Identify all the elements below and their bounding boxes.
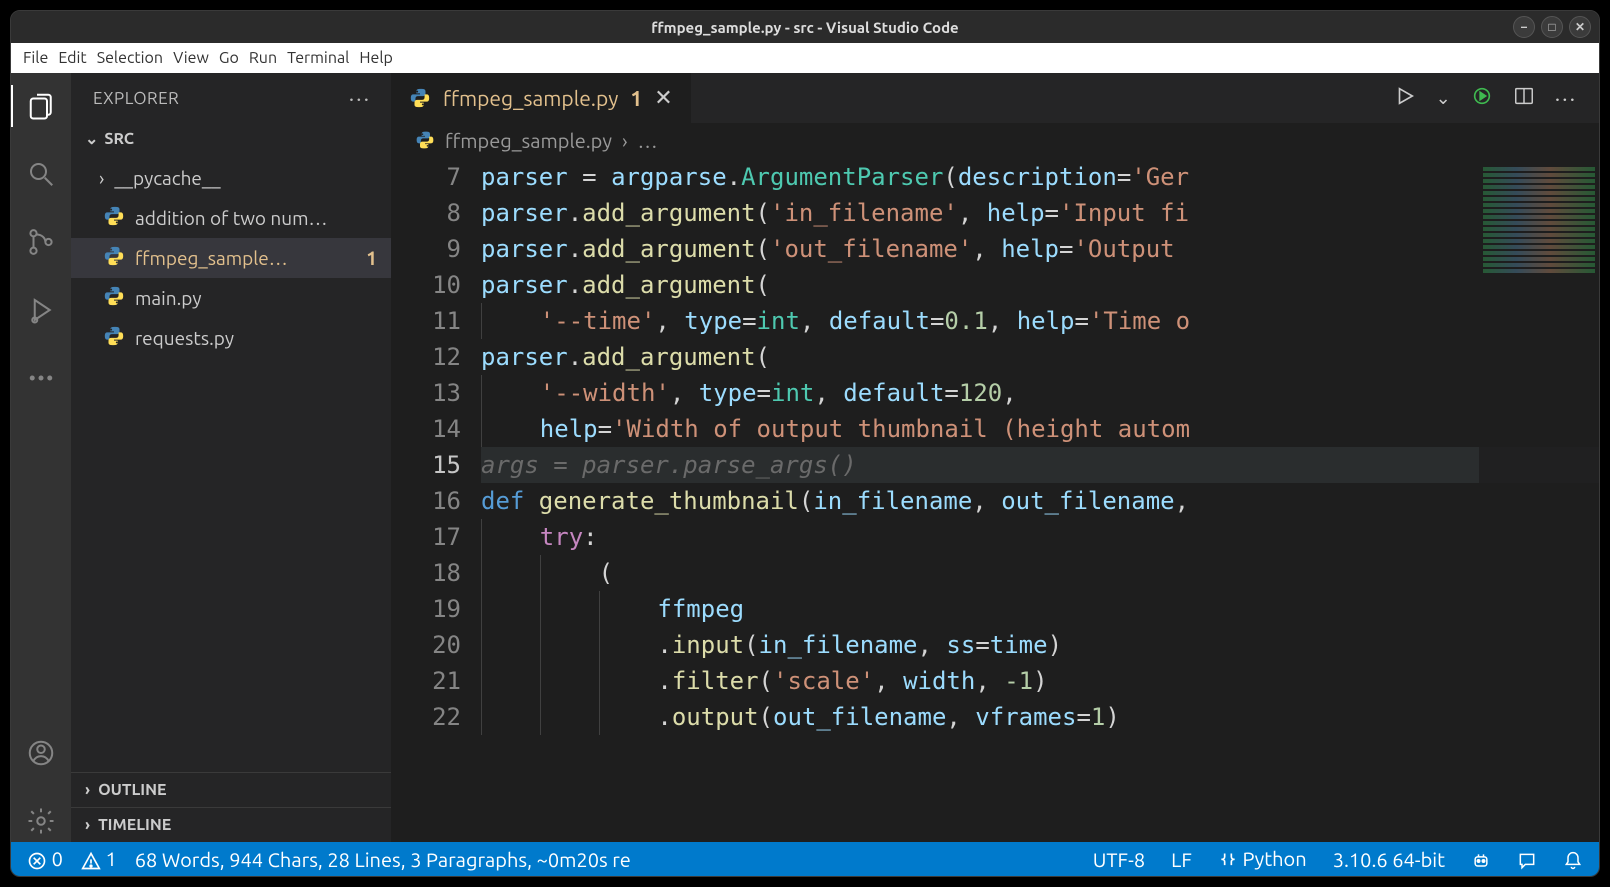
window-title: ffmpeg_sample.py - src - Visual Studio C… bbox=[651, 19, 958, 36]
tree-file[interactable]: requests.py bbox=[71, 318, 391, 358]
workbench: EXPLORER ··· ⌄ SRC › __pycache__ addition … bbox=[11, 73, 1599, 842]
tree-item-label: requests.py bbox=[135, 327, 391, 349]
source-control-activity-icon[interactable] bbox=[11, 221, 71, 263]
run-file-icon[interactable] bbox=[1394, 85, 1416, 111]
copilot-icon[interactable] bbox=[1471, 847, 1491, 871]
tab-bar: ffmpeg_sample.py 1 ✕ ⌄ ··· bbox=[391, 73, 1599, 123]
warnings-count: 1 bbox=[105, 847, 116, 870]
modified-badge: 1 bbox=[366, 247, 391, 269]
outline-section[interactable]: › OUTLINE bbox=[71, 772, 391, 807]
python-file-icon bbox=[103, 245, 125, 271]
menu-file[interactable]: File bbox=[23, 49, 48, 67]
status-language[interactable]: Python bbox=[1218, 847, 1307, 871]
line-numbers: 78910111213141516171819202122 bbox=[391, 157, 481, 842]
python-file-icon bbox=[103, 285, 125, 311]
menu-edit[interactable]: Edit bbox=[58, 49, 86, 67]
editor-more-icon[interactable]: ··· bbox=[1555, 86, 1577, 111]
explorer-header: EXPLORER ··· bbox=[71, 73, 391, 123]
outline-label: OUTLINE bbox=[98, 781, 166, 799]
close-tab-icon[interactable]: ✕ bbox=[654, 85, 672, 111]
timeline-section[interactable]: › TIMELINE bbox=[71, 807, 391, 842]
menu-terminal[interactable]: Terminal bbox=[287, 49, 349, 67]
tree-item-label: main.py bbox=[135, 287, 391, 309]
editor-tab-ffmpeg[interactable]: ffmpeg_sample.py 1 ✕ bbox=[391, 73, 692, 123]
explorer-root-header[interactable]: ⌄ SRC bbox=[71, 123, 391, 154]
status-errors[interactable]: 0 bbox=[27, 847, 63, 871]
status-eol[interactable]: LF bbox=[1171, 848, 1192, 871]
vscode-window: ffmpeg_sample.py - src - Visual Studio C… bbox=[10, 10, 1600, 877]
minimize-button[interactable]: – bbox=[1513, 16, 1535, 38]
explorer-root-label: SRC bbox=[104, 130, 134, 148]
settings-activity-icon[interactable] bbox=[11, 800, 71, 842]
menu-help[interactable]: Help bbox=[359, 49, 393, 67]
menu-run[interactable]: Run bbox=[249, 49, 277, 67]
activity-bar bbox=[11, 73, 71, 842]
tree-file[interactable]: main.py bbox=[71, 278, 391, 318]
chevron-right-icon: › bbox=[85, 816, 90, 834]
python-file-icon bbox=[103, 325, 125, 351]
language-label: Python bbox=[1242, 847, 1306, 870]
chevron-right-icon: › bbox=[85, 781, 90, 799]
tree-item-label: __pycache__ bbox=[114, 167, 391, 189]
explorer-title: EXPLORER bbox=[93, 89, 179, 108]
menu-bar: File Edit Selection View Go Run Terminal Help bbox=[11, 43, 1599, 73]
minimap[interactable] bbox=[1479, 157, 1599, 842]
menu-view[interactable]: View bbox=[173, 49, 209, 67]
editor-actions: ⌄ ··· bbox=[1372, 73, 1599, 123]
file-tree: › __pycache__ addition of two num… ffmpeg_s… bbox=[71, 154, 391, 358]
coverage-icon[interactable] bbox=[1471, 85, 1493, 111]
chevron-down-icon: ⌄ bbox=[85, 129, 98, 148]
split-editor-icon[interactable] bbox=[1513, 85, 1535, 111]
breadcrumb-separator: › bbox=[622, 129, 628, 152]
tree-item-label: addition of two num… bbox=[135, 207, 391, 229]
explorer-activity-icon[interactable] bbox=[11, 85, 71, 127]
window-controls: – □ ✕ bbox=[1513, 16, 1591, 38]
title-bar[interactable]: ffmpeg_sample.py - src - Visual Studio C… bbox=[11, 11, 1599, 43]
tree-file[interactable]: addition of two num… bbox=[71, 198, 391, 238]
status-bar: 0 1 68 Words, 944 Chars, 28 Lines, 3 Par… bbox=[11, 842, 1599, 876]
errors-count: 0 bbox=[52, 847, 63, 870]
tab-badge: 1 bbox=[630, 86, 642, 110]
search-activity-icon[interactable] bbox=[11, 153, 71, 195]
run-dropdown-icon[interactable]: ⌄ bbox=[1436, 88, 1451, 109]
status-doc-stats[interactable]: 68 Words, 944 Chars, 28 Lines, 3 Paragra… bbox=[135, 848, 631, 871]
tab-label: ffmpeg_sample.py bbox=[443, 86, 618, 110]
breadcrumb-file: ffmpeg_sample.py bbox=[445, 129, 612, 152]
code-content[interactable]: parser = argparse.ArgumentParser(descrip… bbox=[481, 157, 1599, 842]
run-debug-activity-icon[interactable] bbox=[11, 289, 71, 331]
more-activity-icon[interactable] bbox=[11, 357, 71, 399]
editor-area: ffmpeg_sample.py 1 ✕ ⌄ ··· ffmpeg_sample… bbox=[391, 73, 1599, 842]
tree-file[interactable]: ffmpeg_sample… 1 bbox=[71, 238, 391, 278]
status-interpreter[interactable]: 3.10.6 64-bit bbox=[1333, 848, 1445, 871]
tree-item-label: ffmpeg_sample… bbox=[135, 247, 356, 269]
chevron-right-icon: › bbox=[99, 167, 104, 189]
status-warnings[interactable]: 1 bbox=[81, 847, 117, 871]
code-editor[interactable]: 78910111213141516171819202122 parser = a… bbox=[391, 157, 1599, 842]
menu-go[interactable]: Go bbox=[219, 49, 239, 67]
python-file-icon bbox=[415, 130, 435, 150]
close-window-button[interactable]: ✕ bbox=[1569, 16, 1591, 38]
explorer-sidebar: EXPLORER ··· ⌄ SRC › __pycache__ addition … bbox=[71, 73, 391, 842]
feedback-icon[interactable] bbox=[1517, 847, 1537, 871]
breadcrumb[interactable]: ffmpeg_sample.py › … bbox=[391, 123, 1599, 157]
tree-folder[interactable]: › __pycache__ bbox=[71, 158, 391, 198]
python-file-icon bbox=[409, 87, 431, 109]
accounts-activity-icon[interactable] bbox=[11, 732, 71, 774]
breadcrumb-rest: … bbox=[638, 129, 658, 152]
menu-selection[interactable]: Selection bbox=[97, 49, 163, 67]
python-file-icon bbox=[103, 205, 125, 231]
explorer-more-icon[interactable]: ··· bbox=[349, 86, 371, 111]
maximize-button[interactable]: □ bbox=[1541, 16, 1563, 38]
notifications-icon[interactable] bbox=[1563, 847, 1583, 871]
timeline-label: TIMELINE bbox=[98, 816, 171, 834]
status-encoding[interactable]: UTF-8 bbox=[1093, 848, 1145, 871]
